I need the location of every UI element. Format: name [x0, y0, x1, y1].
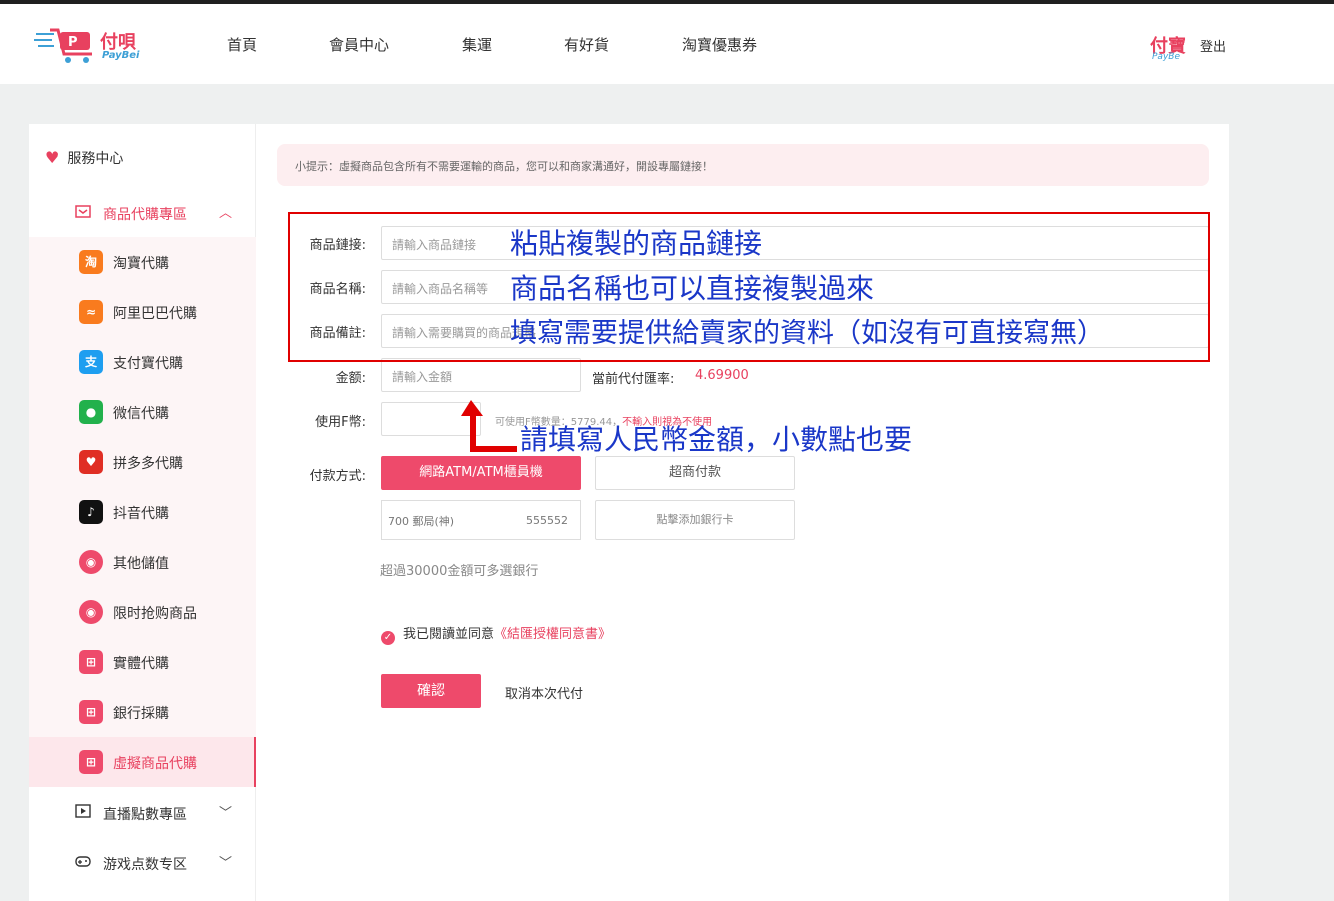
sidebar-item-label: 虛擬商品代購 — [113, 756, 197, 772]
chevron-down-icon: ﹀ — [219, 806, 233, 821]
sidebar-group-game-label: 游戏点数专区 — [103, 857, 187, 873]
user-logo-sub: PayBe — [1152, 52, 1180, 62]
sidebar-group-live[interactable]: 直播點數專區 ﹀ — [29, 788, 256, 838]
sidebar-item-wechat[interactable]: ● 微信代購 — [29, 387, 256, 437]
svg-text:P: P — [68, 35, 78, 50]
sidebar-item-label: 銀行採購 — [113, 706, 169, 722]
agree-text: 我已閱讀並同意 — [403, 627, 495, 642]
sidebar-item-label: 淘寶代購 — [113, 256, 169, 272]
sidebar-item-label: 阿里巴巴代購 — [113, 306, 197, 322]
sidebar-item-label: 微信代購 — [113, 406, 169, 422]
bank-code: 555552 — [526, 514, 568, 527]
annotation-rmb-amount: 請填寫人民幣金額，小數點也要 — [520, 423, 913, 456]
confirm-button[interactable]: 確認 — [381, 674, 481, 708]
sidebar-item-virtual-goods[interactable]: ⊞ 虛擬商品代購 — [29, 737, 256, 787]
cart-icon: ⊞ — [79, 700, 103, 724]
amount-input[interactable]: 請輸入金額 — [381, 358, 581, 392]
sidebar-group-purchase-label: 商品代購專區 — [103, 207, 187, 223]
alibaba-icon: ≈ — [79, 300, 103, 324]
sidebar-item-bank-purchase[interactable]: ⊞ 銀行採購 — [29, 687, 256, 737]
agreement[interactable]: ✓ 我已閱讀並同意《結匯授權同意書》 — [381, 623, 611, 645]
multi-bank-note: 超過30000金額可多選銀行 — [380, 564, 539, 579]
service-center-label: 服務中心 — [67, 151, 124, 167]
nav-shipping[interactable]: 集運 — [462, 34, 492, 55]
taobao-icon: 淘 — [79, 250, 103, 274]
service-center-title: ♥ 服務中心 — [45, 148, 123, 168]
sidebar-item-label: 支付寶代購 — [113, 356, 183, 372]
site-logo[interactable]: P 付唄 PayBei — [34, 24, 144, 66]
sidebar-item-alipay[interactable]: 支 支付寶代購 — [29, 337, 256, 387]
amount-label: 金额: — [335, 371, 366, 386]
exchange-rate-value: 4.69900 — [695, 368, 749, 383]
sidebar-item-pinduoduo[interactable]: ♥ 拼多多代購 — [29, 437, 256, 487]
sidebar-group-live-label: 直播點數專區 — [103, 807, 187, 823]
annotation-paste-link: 粘貼複製的商品鏈接 — [510, 227, 763, 260]
heart-icon: ♥ — [45, 148, 60, 167]
sidebar-item-other-topup[interactable]: ◉ 其他儲值 — [29, 537, 256, 587]
sidebar-item-label: 實體代購 — [113, 656, 169, 672]
tip-banner: 小提示：虛擬商品包含所有不需要運輸的商品，您可以和商家溝通好，開設專屬鏈接！ — [277, 144, 1209, 186]
douyin-icon: ♪ — [79, 500, 103, 524]
fcoin-label: 使用F幣: — [315, 415, 366, 430]
nav-member-center[interactable]: 會員中心 — [329, 34, 389, 55]
annotation-seller-info: 填寫需要提供給賣家的資料（如沒有可直接寫無） — [510, 318, 1104, 349]
nav-good-deals[interactable]: 有好貨 — [564, 34, 609, 55]
cart-icon: ⊞ — [79, 750, 103, 774]
pay-atm-button[interactable]: 網路ATM/ATM櫃員機 — [381, 456, 581, 490]
mail-icon — [75, 205, 91, 218]
annotation-copy-name: 商品名稱也可以直接複製過來 — [510, 272, 875, 305]
annotation-arrow-icon — [461, 400, 517, 452]
cart-icon: ⊞ — [79, 650, 103, 674]
play-icon — [75, 804, 91, 818]
sidebar-item-label: 其他儲值 — [113, 556, 169, 572]
bank-card[interactable]: 700 郵局(神) 555552 — [381, 500, 581, 540]
purchase-submenu: 淘 淘寶代購 ≈ 阿里巴巴代購 支 支付寶代購 ● 微信代購 ♥ 拼多多代購 ♪… — [29, 237, 256, 787]
gamepad-icon — [75, 856, 91, 867]
paybei-cart-logo-icon: P — [34, 28, 92, 63]
flash-sale-icon: ◉ — [79, 600, 103, 624]
sidebar-item-label: 限时抢购商品 — [113, 606, 197, 622]
sidebar-item-douyin[interactable]: ♪ 抖音代購 — [29, 487, 256, 537]
sidebar: ♥ 服務中心 商品代購專區 ︿ 淘 淘寶代購 ≈ 阿里巴巴代購 支 支付寶代購 — [29, 124, 256, 901]
chevron-up-icon: ︿ — [219, 206, 233, 221]
logout-link[interactable]: 登出 — [1200, 36, 1226, 55]
brand-subtitle: PayBei — [102, 50, 140, 61]
chevron-down-icon: ﹀ — [219, 856, 233, 871]
cancel-link[interactable]: 取消本次代付 — [505, 683, 583, 702]
sidebar-group-game[interactable]: 游戏点数专区 ﹀ — [29, 838, 256, 888]
sidebar-group-purchase[interactable]: 商品代購專區 ︿ — [29, 188, 256, 238]
piggy-bank-icon: ◉ — [79, 550, 103, 574]
sidebar-item-flash-sale[interactable]: ◉ 限时抢购商品 — [29, 587, 256, 637]
checkbox-checked-icon[interactable]: ✓ — [381, 631, 395, 645]
sidebar-item-label: 抖音代購 — [113, 506, 169, 522]
payment-method-label: 付款方式: — [309, 469, 366, 484]
alipay-icon: 支 — [79, 350, 103, 374]
add-bank-card-button[interactable]: 點擊添加銀行卡 — [595, 500, 795, 540]
sidebar-item-physical[interactable]: ⊞ 實體代購 — [29, 637, 256, 687]
sidebar-item-taobao[interactable]: 淘 淘寶代購 — [29, 237, 256, 287]
exchange-rate-label: 當前代付匯率: — [592, 372, 675, 387]
pay-store-button[interactable]: 超商付款 — [595, 456, 795, 490]
nav-home[interactable]: 首頁 — [227, 34, 257, 55]
wechat-icon: ● — [79, 400, 103, 424]
sidebar-item-alibaba[interactable]: ≈ 阿里巴巴代購 — [29, 287, 256, 337]
site-header: P 付唄 PayBei 首頁 會員中心 集運 有好貨 淘寶優惠券 付寶 PayB… — [0, 4, 1334, 84]
nav-taobao-coupons[interactable]: 淘寶優惠券 — [682, 34, 757, 55]
agreement-link[interactable]: 《結匯授權同意書》 — [494, 627, 611, 642]
main-panel: ♥ 服務中心 商品代購專區 ︿ 淘 淘寶代購 ≈ 阿里巴巴代購 支 支付寶代購 — [29, 124, 1229, 901]
user-avatar[interactable]: 付寶 PayBe — [1148, 30, 1192, 66]
sidebar-item-label: 拼多多代購 — [113, 456, 183, 472]
bank-name: 700 郵局(神) — [388, 515, 455, 528]
pinduoduo-icon: ♥ — [79, 450, 103, 474]
